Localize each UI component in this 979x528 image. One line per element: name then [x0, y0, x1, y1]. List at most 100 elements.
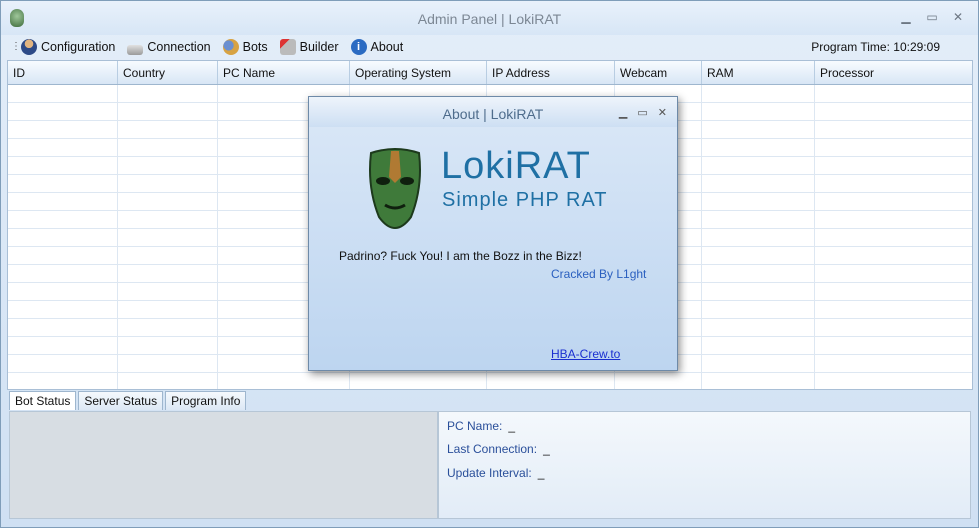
- about-quote: Padrino? Fuck You! I am the Bozz in the …: [339, 249, 582, 263]
- table-cell: [118, 319, 218, 336]
- menu-configuration[interactable]: Configuration: [21, 39, 115, 55]
- table-cell: [8, 247, 118, 264]
- column-header-ram[interactable]: RAM: [702, 61, 815, 84]
- about-window-controls: ▁ ▭ ✕: [619, 106, 667, 119]
- table-cell: [218, 373, 350, 389]
- table-cell: [815, 283, 972, 300]
- table-cell: [702, 157, 815, 174]
- program-time-value: 10:29:09: [893, 40, 940, 54]
- table-cell: [815, 337, 972, 354]
- column-header-country[interactable]: Country: [118, 61, 218, 84]
- window-controls: ▁ ▭ ✕: [898, 10, 966, 24]
- table-cell: [118, 373, 218, 389]
- menu-bots-label: Bots: [242, 40, 268, 54]
- column-header-pc-name[interactable]: PC Name: [218, 61, 350, 84]
- table-cell: [702, 373, 815, 389]
- column-header-ip[interactable]: IP Address: [487, 61, 615, 84]
- table-cell: [702, 229, 815, 246]
- last-connection-label: Last Connection:: [447, 442, 538, 456]
- table-cell: [702, 319, 815, 336]
- bot-status-preview: [9, 411, 438, 519]
- maximize-button[interactable]: ▭: [924, 10, 940, 24]
- table-cell: [702, 121, 815, 138]
- column-header-webcam[interactable]: Webcam: [615, 61, 702, 84]
- last-connection-value: _: [543, 442, 550, 456]
- table-cell: [702, 175, 815, 192]
- table-cell: [815, 373, 972, 389]
- table-cell: [702, 301, 815, 318]
- table-cell: [487, 373, 615, 389]
- program-time-label: Program Time:: [811, 40, 890, 54]
- pc-name-value: _: [508, 419, 516, 433]
- table-cell: [8, 157, 118, 174]
- tab-server-status[interactable]: Server Status: [78, 391, 164, 410]
- table-cell: [702, 337, 815, 354]
- table-cell: [815, 175, 972, 192]
- bots-icon: [222, 39, 239, 55]
- table-cell: [118, 103, 218, 120]
- table-cell: [118, 283, 218, 300]
- table-cell: [815, 139, 972, 156]
- menu-bots[interactable]: Bots: [222, 39, 268, 55]
- table-cell: [815, 193, 972, 210]
- table-cell: [8, 121, 118, 138]
- title-bar[interactable]: Admin Panel | LokiRAT ▁ ▭ ✕: [1, 1, 978, 35]
- about-maximize-button[interactable]: ▭: [637, 106, 647, 119]
- table-cell: [350, 373, 487, 389]
- table-cell: [815, 247, 972, 264]
- status-tabs: Bot Status Server Status Program Info: [9, 391, 247, 410]
- table-cell: [8, 85, 118, 102]
- tab-bot-status[interactable]: Bot Status: [9, 391, 77, 410]
- table-cell: [118, 211, 218, 228]
- table-cell: [118, 355, 218, 372]
- pc-name-row: PC Name: _: [447, 419, 515, 433]
- table-cell: [118, 85, 218, 102]
- table-cell: [118, 265, 218, 282]
- column-header-os[interactable]: Operating System: [350, 61, 487, 84]
- table-cell: [118, 229, 218, 246]
- table-cell: [702, 247, 815, 264]
- bot-status-details: PC Name: _ Last Connection: _ Update Inter…: [438, 411, 971, 519]
- hba-crew-link[interactable]: HBA-Crew.to: [551, 347, 620, 361]
- table-cell: [8, 265, 118, 282]
- menu-about[interactable]: i About: [350, 39, 404, 55]
- table-row[interactable]: [8, 373, 972, 389]
- table-cell: [702, 103, 815, 120]
- table-cell: [118, 193, 218, 210]
- menu-builder[interactable]: Builder: [279, 39, 339, 55]
- table-cell: [118, 157, 218, 174]
- table-cell: [118, 121, 218, 138]
- about-minimize-button[interactable]: ▁: [619, 106, 627, 119]
- about-close-button[interactable]: ✕: [658, 106, 667, 119]
- table-cell: [702, 211, 815, 228]
- table-cell: [8, 355, 118, 372]
- minimize-button[interactable]: ▁: [898, 10, 914, 24]
- update-interval-value: _: [537, 466, 545, 480]
- column-header-processor[interactable]: Processor: [815, 61, 972, 84]
- table-cell: [118, 301, 218, 318]
- table-cell: [702, 265, 815, 282]
- table-header: ID Country PC Name Operating System IP A…: [8, 61, 972, 85]
- toolbar-grip[interactable]: ⋮: [11, 42, 21, 52]
- close-button[interactable]: ✕: [950, 10, 966, 24]
- table-cell: [815, 301, 972, 318]
- table-cell: [815, 121, 972, 138]
- update-interval-row: Update Interval: _: [447, 466, 544, 480]
- column-header-id[interactable]: ID: [8, 61, 118, 84]
- user-icon: [21, 39, 37, 55]
- table-cell: [815, 355, 972, 372]
- table-cell: [815, 211, 972, 228]
- table-cell: [702, 283, 815, 300]
- about-title-bar[interactable]: About | LokiRAT ▁ ▭ ✕: [309, 97, 677, 127]
- table-cell: [118, 175, 218, 192]
- table-cell: [702, 193, 815, 210]
- menu-about-label: About: [370, 40, 404, 54]
- table-cell: [8, 229, 118, 246]
- table-cell: [615, 373, 702, 389]
- table-cell: [8, 337, 118, 354]
- tab-program-info[interactable]: Program Info: [165, 391, 247, 410]
- window-title: Admin Panel | LokiRAT: [417, 11, 562, 27]
- logo-subtitle: Simple PHP RAT: [442, 189, 608, 211]
- menu-connection[interactable]: Connection: [127, 39, 211, 55]
- table-cell: [815, 85, 972, 102]
